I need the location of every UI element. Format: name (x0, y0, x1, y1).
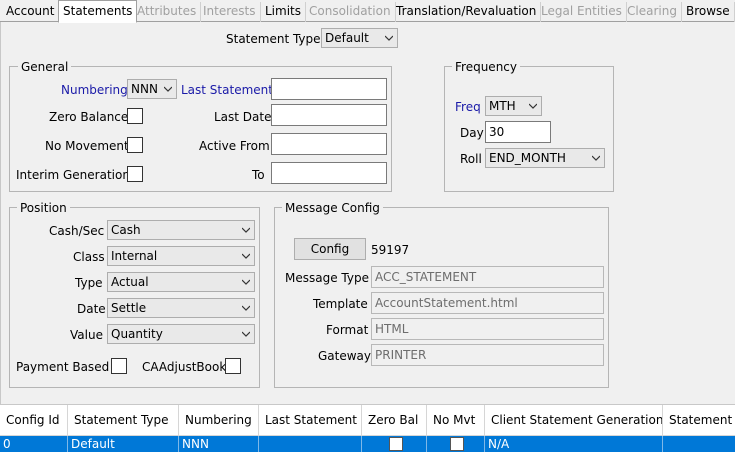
cell-config-id: 0 (0, 436, 68, 452)
freq-label: Freq (455, 100, 481, 114)
ca-adjust-book-label: CAAdjustBook (142, 360, 227, 374)
statements-table: Config Id Statement Type Numbering Last … (0, 404, 735, 452)
zero-bal-cell-checkbox[interactable] (389, 437, 403, 451)
numbering-select[interactable]: NNN (127, 79, 177, 99)
config-id-value: 59197 (371, 243, 410, 257)
message-config-group-title: Message Config (282, 201, 383, 215)
statement-type-label: Statement Type (226, 32, 321, 46)
format-field: HTML (371, 318, 604, 340)
chevron-down-icon (385, 35, 393, 41)
payment-based-checkbox[interactable] (111, 358, 127, 374)
chevron-down-icon (164, 86, 172, 92)
interim-generation-checkbox[interactable] (127, 166, 143, 182)
tab-consolidation[interactable]: Consolidation (305, 2, 396, 22)
numbering-value: NNN (131, 82, 158, 96)
last-statement-input[interactable] (271, 78, 387, 100)
last-statement-label: Last Statement (181, 83, 273, 97)
no-movement-checkbox[interactable] (127, 137, 143, 153)
tab-interests[interactable]: Interests (199, 2, 261, 22)
roll-label: Roll (460, 152, 482, 166)
class-label: Class (73, 250, 105, 264)
chevron-down-icon (529, 103, 537, 109)
active-from-label: Active From (199, 139, 270, 153)
type-select[interactable]: Actual (107, 272, 255, 292)
cell-last-statement (259, 436, 362, 452)
date-select[interactable]: Settle (107, 298, 255, 318)
freq-select[interactable]: MTH (485, 96, 542, 116)
type-value: Actual (111, 275, 149, 289)
day-input[interactable]: 30 (485, 121, 551, 143)
date-label: Date (77, 302, 106, 316)
column-header-last-statement[interactable]: Last Statement (259, 405, 362, 436)
general-group-title: General (18, 60, 72, 74)
interim-generation-label: Interim Generation (16, 168, 130, 182)
column-header-no-mvt[interactable]: No Mvt (427, 405, 485, 436)
statement-type-select[interactable]: Default (321, 28, 398, 48)
value-value: Quantity (111, 327, 163, 341)
ca-adjust-book-checkbox[interactable] (225, 358, 241, 374)
tab-statements[interactable]: Statements (58, 0, 138, 23)
chevron-down-icon (242, 279, 250, 285)
column-header-config-id[interactable]: Config Id (0, 405, 68, 436)
numbering-label: Numbering (61, 83, 128, 97)
config-button[interactable]: Config (294, 238, 366, 260)
last-date-input[interactable] (271, 104, 387, 126)
tab-bar: Account Statements Attributes Interests … (0, 0, 735, 23)
cell-numbering: NNN (179, 436, 259, 452)
chevron-down-icon (242, 331, 250, 337)
last-date-label: Last Date (214, 110, 272, 124)
tab-limits[interactable]: Limits (261, 2, 306, 22)
roll-select[interactable]: END_MONTH (485, 148, 605, 168)
no-mvt-cell-checkbox[interactable] (450, 437, 464, 451)
format-label: Format (326, 323, 369, 337)
roll-value: END_MONTH (489, 151, 566, 165)
to-input[interactable] (271, 162, 387, 184)
day-label: Day (460, 126, 484, 140)
tab-clearing[interactable]: Clearing (623, 2, 682, 22)
zero-balance-checkbox[interactable] (127, 108, 143, 124)
tab-legal-entities[interactable]: Legal Entities (537, 2, 627, 22)
statement-type-value: Default (325, 31, 369, 45)
template-label: Template (313, 297, 368, 311)
to-label: To (252, 168, 265, 182)
column-header-statement-type[interactable]: Statement Type (68, 405, 179, 436)
zero-balance-label: Zero Balance (49, 110, 129, 124)
chevron-down-icon (592, 155, 600, 161)
template-field: AccountStatement.html (371, 292, 604, 314)
value-label: Value (70, 328, 103, 342)
column-header-numbering[interactable]: Numbering (179, 405, 259, 436)
cell-client-statement-generation: N/A (485, 436, 663, 452)
gateway-field: PRINTER (371, 344, 604, 366)
cell-statement-type: Default (68, 436, 179, 452)
column-header-zero-bal[interactable]: Zero Bal (362, 405, 427, 436)
tab-account[interactable]: Account (2, 2, 60, 22)
tab-browse[interactable]: Browse (682, 2, 735, 22)
class-select[interactable]: Internal (107, 246, 255, 266)
chevron-down-icon (242, 253, 250, 259)
payment-based-label: Payment Based (16, 360, 110, 374)
message-type-field: ACC_STATEMENT (371, 266, 604, 288)
value-select[interactable]: Quantity (107, 324, 255, 344)
cell-statement-a (663, 436, 735, 452)
tab-translation-revaluation[interactable]: Translation/Revaluation (392, 2, 542, 22)
column-header-statement-a[interactable]: Statement A (663, 405, 735, 436)
position-group-title: Position (17, 201, 70, 215)
chevron-down-icon (242, 227, 250, 233)
no-movement-label: No Movement (45, 139, 129, 153)
table-row[interactable]: 0 Default NNN N/A (0, 436, 735, 452)
message-type-label: Message Type (285, 271, 369, 285)
column-header-client-statement-generation[interactable]: Client Statement Generation (485, 405, 663, 436)
freq-value: MTH (489, 99, 516, 113)
gateway-label: Gateway (318, 349, 372, 363)
type-label: Type (75, 276, 103, 290)
chevron-down-icon (242, 305, 250, 311)
date-value: Settle (111, 301, 147, 315)
tab-attributes[interactable]: Attributes (133, 2, 202, 22)
cash-sec-value: Cash (111, 223, 141, 237)
cash-sec-label: Cash/Sec (49, 224, 105, 238)
frequency-group-title: Frequency (452, 60, 520, 74)
active-from-input[interactable] (271, 133, 387, 155)
class-value: Internal (111, 249, 158, 263)
cash-sec-select[interactable]: Cash (107, 220, 255, 240)
